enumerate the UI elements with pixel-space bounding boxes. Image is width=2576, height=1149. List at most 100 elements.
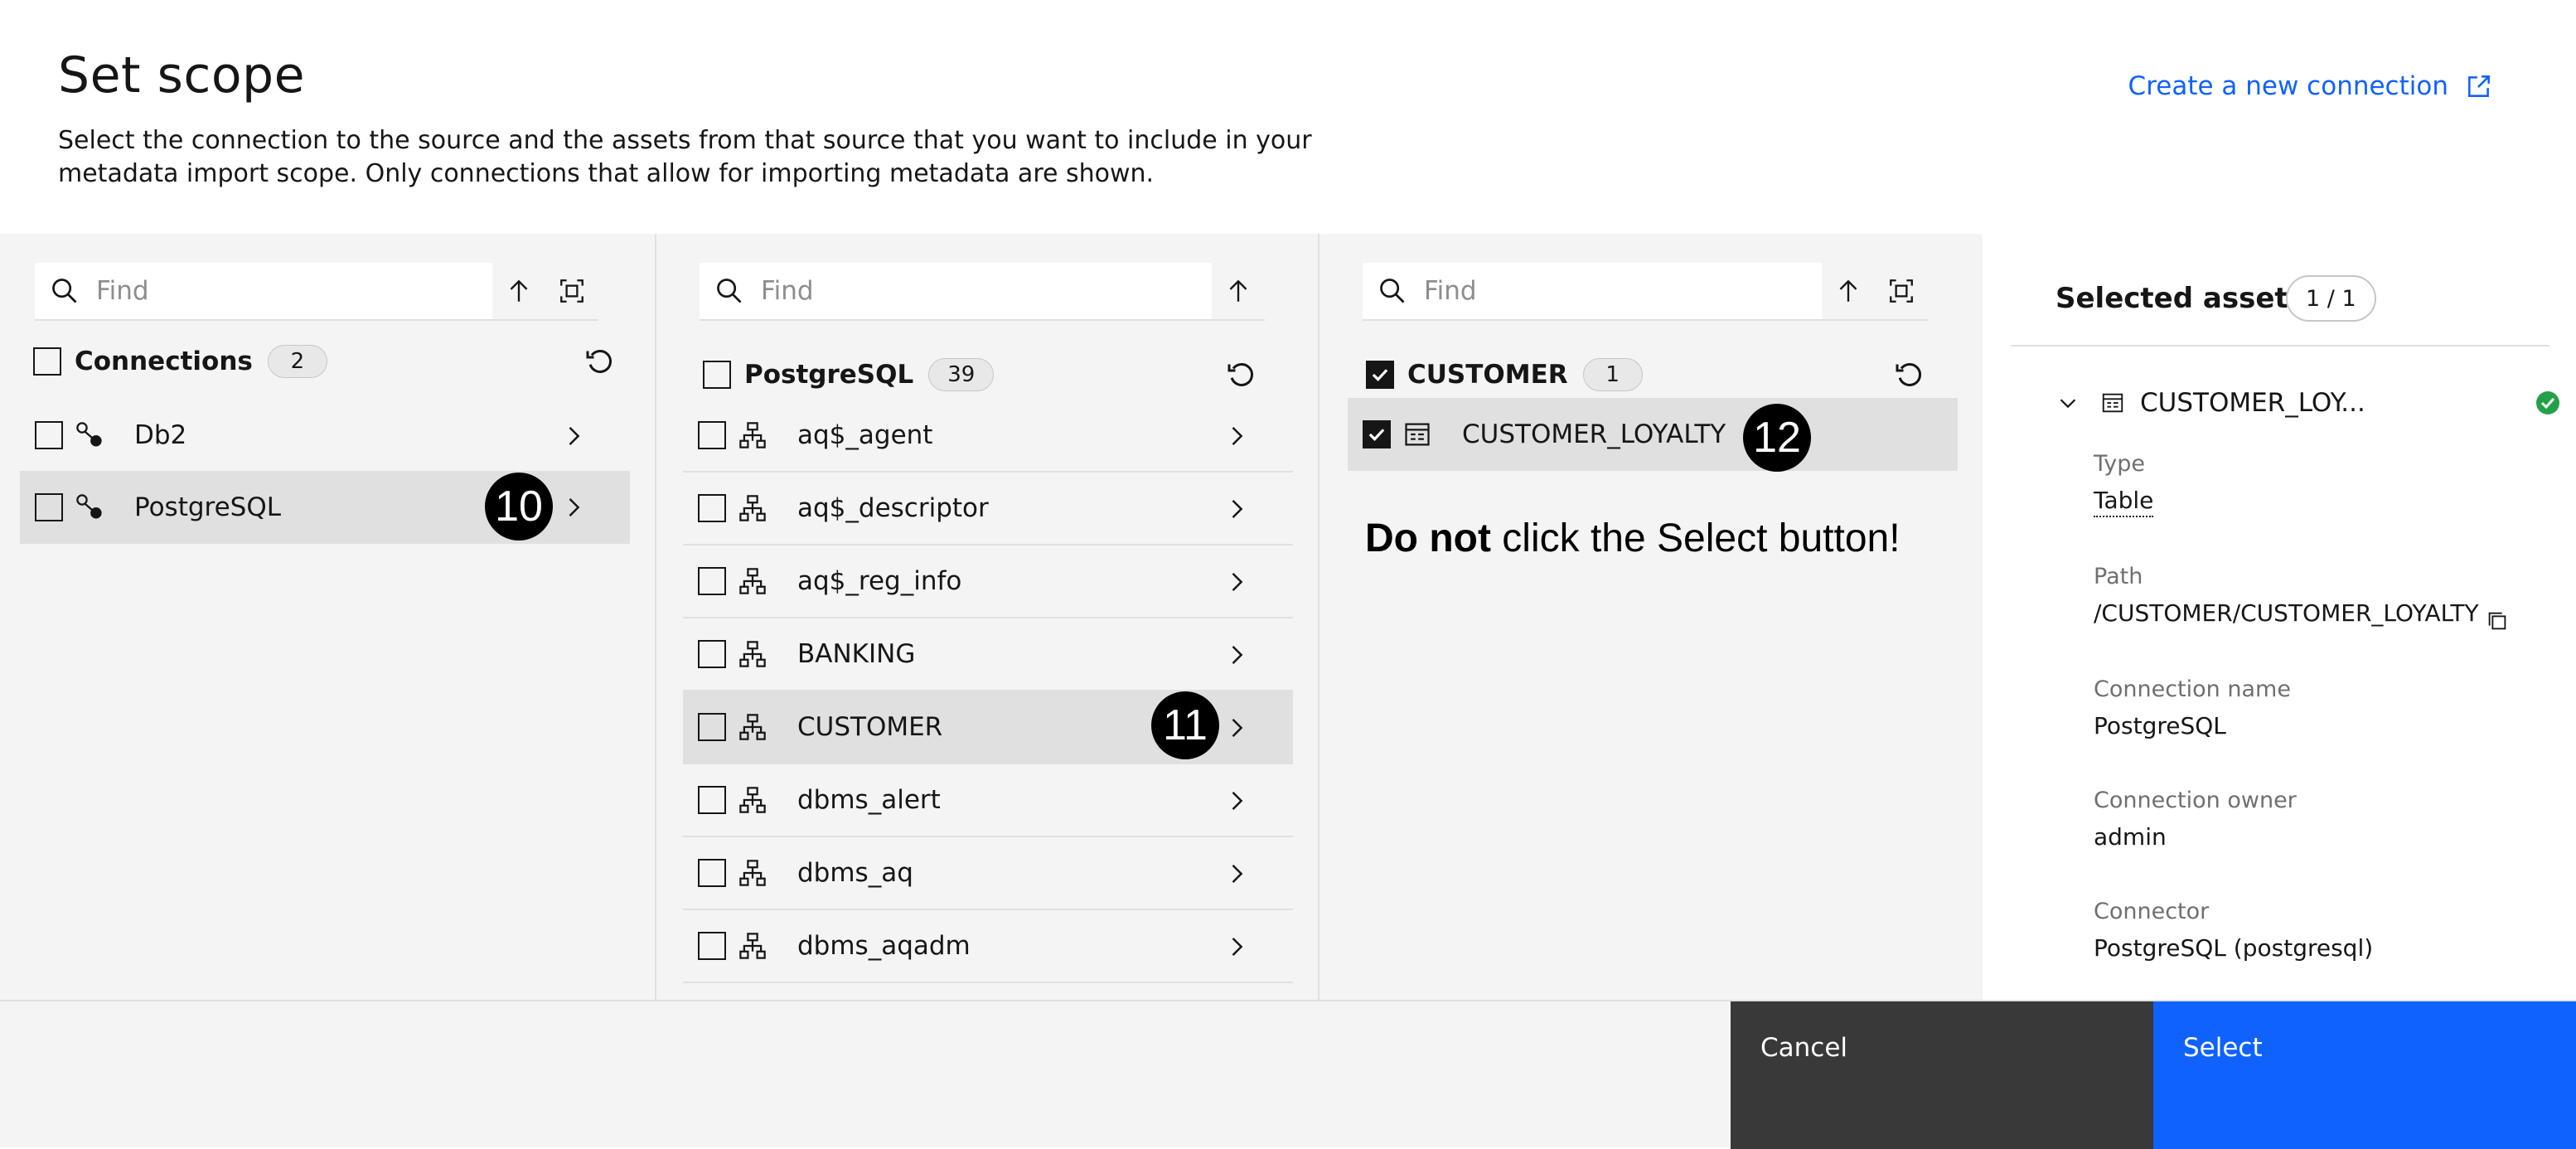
navigate-up-button[interactable] bbox=[492, 263, 545, 321]
navigate-up-button[interactable] bbox=[1822, 263, 1875, 321]
field-connector: Connector PostgreSQL (postgresql) bbox=[2094, 899, 2373, 962]
select-all-schemas-checkbox[interactable] bbox=[703, 361, 731, 389]
field-value: admin bbox=[2094, 823, 2167, 851]
refresh-icon[interactable] bbox=[583, 345, 617, 378]
field-value: PostgreSQL bbox=[2094, 712, 2226, 739]
chevron-right-icon bbox=[1232, 937, 1243, 957]
chevron-right-icon bbox=[1232, 645, 1243, 665]
connections-count-tag: 2 bbox=[267, 345, 327, 378]
list-item[interactable]: BANKING bbox=[683, 618, 1293, 691]
item-checkbox[interactable] bbox=[698, 786, 726, 814]
schema-icon bbox=[739, 495, 766, 521]
arrow-up-icon bbox=[1229, 279, 1247, 302]
list-item[interactable]: aq$_agent bbox=[683, 400, 1293, 473]
tables-count-tag: 1 bbox=[1582, 358, 1643, 391]
fit-to-screen-button[interactable] bbox=[1875, 263, 1928, 321]
schema-icon bbox=[739, 641, 766, 667]
instruction-note-rest: click the Select button! bbox=[1490, 516, 1901, 560]
tables-search-input[interactable]: Find bbox=[1363, 263, 1822, 321]
connections-search-input[interactable]: Find bbox=[35, 263, 492, 321]
item-label: aq$_reg_info bbox=[797, 566, 962, 596]
chevron-right-icon bbox=[1232, 572, 1243, 592]
instruction-note: Do not click the Select button! bbox=[1365, 516, 1901, 561]
item-label: CUSTOMER bbox=[797, 712, 943, 742]
list-item[interactable]: aq$_descriptor bbox=[683, 473, 1293, 545]
checkmark-filled-icon bbox=[2536, 391, 2559, 415]
list-item[interactable]: Db2 bbox=[20, 400, 630, 473]
list-item[interactable]: dbms_alert bbox=[683, 764, 1293, 837]
refresh-icon[interactable] bbox=[1225, 358, 1258, 391]
field-path: Path /CUSTOMER/CUSTOMER_LOYALTY bbox=[2094, 564, 2479, 627]
search-icon bbox=[717, 279, 742, 303]
item-label: dbms_aq bbox=[797, 858, 913, 888]
navigate-up-button[interactable] bbox=[1212, 263, 1265, 321]
item-checkbox[interactable] bbox=[35, 421, 63, 449]
chevron-right-icon bbox=[1232, 864, 1243, 884]
list-item[interactable]: dbms_aqadm bbox=[683, 910, 1293, 983]
select-all-tables-checkbox[interactable] bbox=[1366, 361, 1394, 389]
step-marker-12: 12 bbox=[1743, 404, 1811, 472]
copy-icon[interactable] bbox=[2485, 608, 2510, 633]
fit-to-screen-icon bbox=[1890, 279, 1913, 303]
modal-footer: Cancel Select bbox=[0, 1000, 2576, 1149]
chevron-down-icon[interactable] bbox=[2055, 390, 2080, 415]
item-checkbox[interactable] bbox=[698, 640, 726, 668]
browser-panes: Find Connections 2 Db2 PostgreSQL Find P… bbox=[0, 234, 2576, 1000]
schema-icon bbox=[739, 860, 766, 886]
chevron-right-icon bbox=[1232, 426, 1243, 446]
item-checkbox[interactable] bbox=[698, 421, 726, 449]
item-checkbox[interactable] bbox=[698, 567, 726, 595]
connection-icon bbox=[76, 494, 102, 519]
schemas-search-input[interactable]: Find bbox=[700, 263, 1212, 321]
field-label: Connection name bbox=[2094, 676, 2291, 702]
connections-toolbar: Find bbox=[35, 263, 598, 321]
list-item[interactable]: aq$_reg_info bbox=[683, 545, 1293, 618]
table-icon bbox=[2102, 393, 2123, 413]
launch-icon bbox=[2468, 75, 2490, 97]
field-value: Table bbox=[2094, 487, 2154, 517]
refresh-icon[interactable] bbox=[1893, 358, 1926, 391]
step-marker-10: 10 bbox=[485, 473, 553, 541]
table-icon bbox=[1405, 423, 1430, 446]
chevron-right-icon bbox=[1232, 718, 1243, 738]
checkmark-icon bbox=[1368, 429, 1385, 442]
select-button[interactable]: Select bbox=[2153, 1001, 2576, 1149]
schemas-heading: PostgreSQL bbox=[744, 360, 914, 390]
item-label: aq$_agent bbox=[797, 420, 933, 450]
select-all-connections-checkbox[interactable] bbox=[33, 347, 61, 376]
field-label: Connection owner bbox=[2094, 788, 2297, 813]
list-item[interactable]: dbms_aq bbox=[683, 837, 1293, 910]
search-placeholder: Find bbox=[96, 276, 149, 306]
selected-assets-title: Selected assets bbox=[2055, 282, 2305, 315]
connections-header: Connections 2 bbox=[33, 337, 630, 386]
search-placeholder: Find bbox=[1424, 276, 1477, 306]
item-checkbox[interactable] bbox=[698, 932, 726, 960]
arrow-up-icon bbox=[510, 279, 528, 302]
schemas-header: PostgreSQL 39 bbox=[703, 350, 1283, 400]
search-placeholder: Find bbox=[761, 276, 814, 306]
field-label: Connector bbox=[2094, 899, 2210, 924]
connections-column: Find Connections 2 Db2 PostgreSQL bbox=[0, 234, 655, 1000]
item-label: aq$_descriptor bbox=[797, 493, 989, 523]
selected-asset-row[interactable]: CUSTOMER_LOY... bbox=[2055, 378, 2559, 428]
field-type: Type Table bbox=[2094, 451, 2154, 517]
cancel-button[interactable]: Cancel bbox=[1731, 1001, 2153, 1149]
field-label: Path bbox=[2094, 564, 2143, 589]
page-description: Select the connection to the source and … bbox=[58, 126, 1312, 188]
item-checkbox[interactable] bbox=[698, 494, 726, 522]
step-marker-11: 11 bbox=[1151, 691, 1219, 759]
item-checkbox[interactable] bbox=[698, 859, 726, 887]
schemas-toolbar: Find bbox=[700, 263, 1265, 321]
item-checkbox[interactable] bbox=[35, 493, 63, 521]
list-item[interactable]: CUSTOMER_LOYALTY bbox=[1348, 398, 1958, 471]
tables-column: Find CUSTOMER 1 CUSTOMER_LOYALTY bbox=[1318, 234, 1983, 1000]
field-value: PostgreSQL (postgresql) bbox=[2094, 934, 2374, 962]
page-title: Set scope bbox=[58, 46, 306, 104]
selected-assets-count-tag: 1 / 1 bbox=[2286, 275, 2376, 322]
tables-toolbar: Find bbox=[1363, 263, 1928, 321]
item-checkbox[interactable] bbox=[1363, 420, 1391, 448]
item-checkbox[interactable] bbox=[698, 713, 726, 741]
chevron-right-icon bbox=[569, 426, 580, 446]
fit-to-screen-button[interactable] bbox=[545, 263, 598, 321]
create-connection-link[interactable]: Create a new connection bbox=[2128, 71, 2493, 101]
